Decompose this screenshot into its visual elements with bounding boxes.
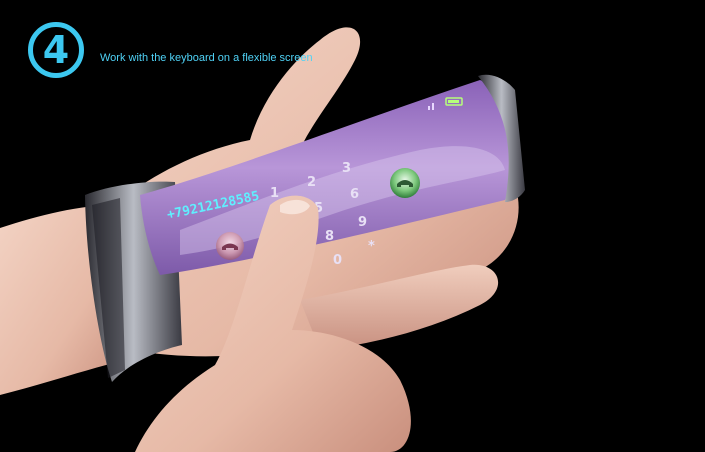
key-9[interactable]: 9	[358, 215, 367, 230]
caption: Work with the keyboard on a flexible scr…	[100, 52, 313, 64]
key-1[interactable]: 1	[270, 186, 279, 201]
key-3[interactable]: 3	[342, 161, 351, 176]
step-number: 4	[42, 28, 70, 72]
step-badge: 4	[28, 22, 84, 78]
key-0[interactable]: 0	[333, 253, 342, 268]
key-star[interactable]: *	[368, 239, 375, 254]
hangup-icon[interactable]	[216, 232, 244, 260]
key-8[interactable]: 8	[325, 229, 334, 244]
key-2[interactable]: 2	[307, 175, 316, 190]
scene: +79212128585 1 2 3 5 6 8 9 + 0 * 4 Work …	[0, 0, 705, 452]
call-icon[interactable]	[390, 168, 420, 198]
key-6[interactable]: 6	[350, 187, 359, 202]
device-illustration: +79212128585 1 2 3 5 6 8 9 + 0 *	[0, 27, 525, 452]
